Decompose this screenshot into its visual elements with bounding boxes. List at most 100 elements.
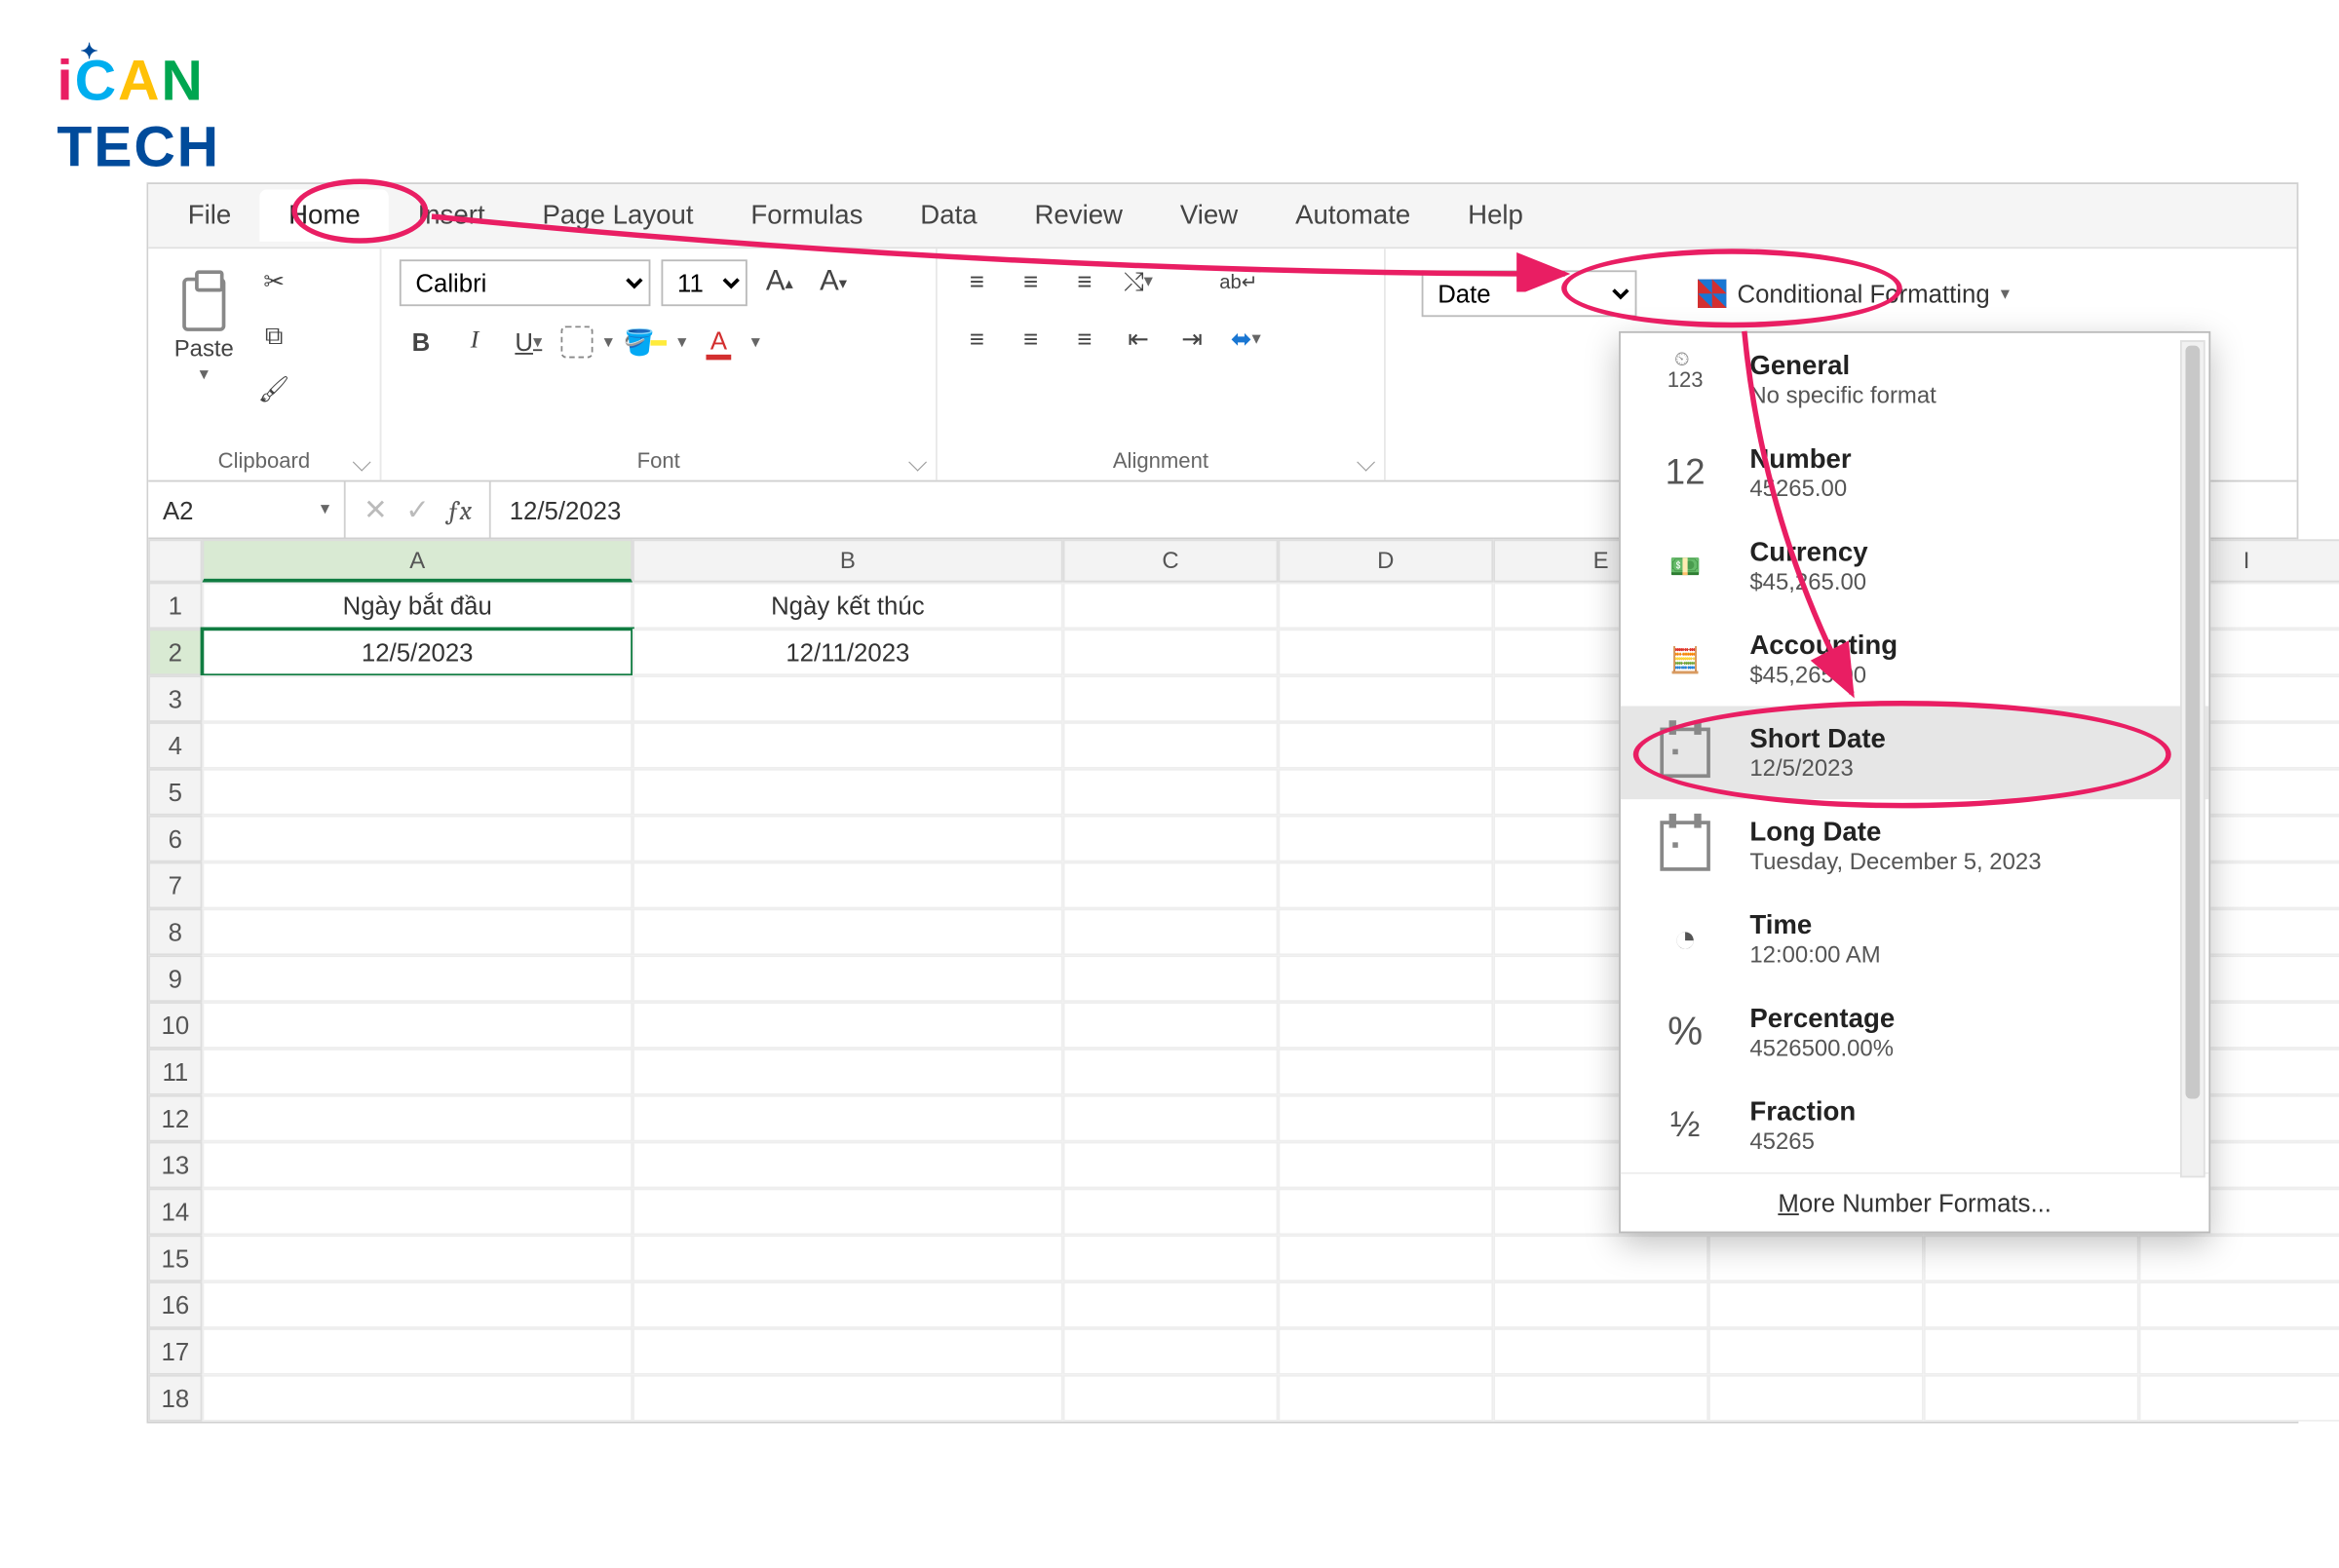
col-header-B[interactable]: B [633, 539, 1063, 582]
fill-color-button[interactable]: 🪣 [624, 321, 667, 363]
row-header-17[interactable]: 17 [148, 1328, 202, 1375]
cell-C15[interactable] [1063, 1235, 1279, 1281]
cell-I15[interactable] [2139, 1235, 2339, 1281]
tab-home[interactable]: Home [260, 190, 390, 242]
cell-D9[interactable] [1278, 955, 1493, 1002]
cell-C3[interactable] [1063, 675, 1279, 722]
row-header-8[interactable]: 8 [148, 908, 202, 955]
cell-B16[interactable] [633, 1281, 1063, 1328]
cell-D13[interactable] [1278, 1142, 1493, 1189]
cell-F15[interactable] [1708, 1235, 1924, 1281]
col-header-A[interactable]: A [202, 539, 633, 582]
number-format-long-date[interactable]: Long DateTuesday, December 5, 2023 [1621, 799, 2209, 893]
tab-data[interactable]: Data [892, 190, 1006, 242]
cell-G18[interactable] [1924, 1375, 2139, 1422]
cell-B18[interactable] [633, 1375, 1063, 1422]
cell-B13[interactable] [633, 1142, 1063, 1189]
font-color-button[interactable]: A [697, 321, 740, 363]
cell-A16[interactable] [202, 1281, 633, 1328]
tab-formulas[interactable]: Formulas [722, 190, 892, 242]
cell-B7[interactable] [633, 862, 1063, 909]
number-format-number[interactable]: 12Number45265.00 [1621, 426, 2209, 519]
align-center-button[interactable]: ≡ [1009, 317, 1052, 360]
tab-view[interactable]: View [1151, 190, 1266, 242]
cell-B10[interactable] [633, 1002, 1063, 1049]
cell-A14[interactable] [202, 1188, 633, 1235]
font-size-select[interactable]: 11 [661, 259, 747, 306]
cell-B14[interactable] [633, 1188, 1063, 1235]
row-header-10[interactable]: 10 [148, 1002, 202, 1049]
cell-B15[interactable] [633, 1235, 1063, 1281]
paste-button[interactable]: Paste ▾ [167, 259, 242, 385]
cell-A18[interactable] [202, 1375, 633, 1422]
cell-A11[interactable] [202, 1049, 633, 1095]
align-left-button[interactable]: ≡ [955, 317, 998, 360]
font-name-select[interactable]: Calibri [400, 259, 651, 306]
row-header-11[interactable]: 11 [148, 1049, 202, 1095]
cell-B1[interactable]: Ngày kết thúc [633, 583, 1063, 630]
underline-button[interactable]: U ▾ [507, 321, 550, 363]
cell-D18[interactable] [1278, 1375, 1493, 1422]
tab-help[interactable]: Help [1439, 190, 1553, 242]
tab-file[interactable]: File [159, 190, 259, 242]
increase-indent-button[interactable]: ⇥ [1170, 317, 1213, 360]
cell-A17[interactable] [202, 1328, 633, 1375]
tab-automate[interactable]: Automate [1267, 190, 1439, 242]
cell-D8[interactable] [1278, 908, 1493, 955]
cell-A13[interactable] [202, 1142, 633, 1189]
number-format-general[interactable]: ⏲123GeneralNo specific format [1621, 333, 2209, 427]
cell-G15[interactable] [1924, 1235, 2139, 1281]
cell-I17[interactable] [2139, 1328, 2339, 1375]
cell-G17[interactable] [1924, 1328, 2139, 1375]
orientation-button[interactable]: ⤭▾ [1117, 259, 1160, 302]
cell-C13[interactable] [1063, 1142, 1279, 1189]
cell-I18[interactable] [2139, 1375, 2339, 1422]
cell-F18[interactable] [1708, 1375, 1924, 1422]
cell-A9[interactable] [202, 955, 633, 1002]
cell-D15[interactable] [1278, 1235, 1493, 1281]
cell-D12[interactable] [1278, 1095, 1493, 1142]
increase-font-button[interactable]: A▴ [758, 261, 801, 304]
cell-C17[interactable] [1063, 1328, 1279, 1375]
cell-D4[interactable] [1278, 722, 1493, 769]
dropdown-scrollbar[interactable] [2180, 340, 2205, 1177]
tab-page-layout[interactable]: Page Layout [514, 190, 722, 242]
cell-C5[interactable] [1063, 769, 1279, 816]
cancel-formula-icon[interactable]: ✕ [364, 492, 388, 528]
cell-I16[interactable] [2139, 1281, 2339, 1328]
align-bottom-button[interactable]: ≡ [1063, 259, 1106, 302]
cell-A7[interactable] [202, 862, 633, 909]
number-format-percentage[interactable]: %Percentage4526500.00% [1621, 986, 2209, 1080]
cell-D17[interactable] [1278, 1328, 1493, 1375]
cell-B12[interactable] [633, 1095, 1063, 1142]
row-header-1[interactable]: 1 [148, 583, 202, 630]
cell-C16[interactable] [1063, 1281, 1279, 1328]
row-header-2[interactable]: 2 [148, 629, 202, 675]
align-top-button[interactable]: ≡ [955, 259, 998, 302]
cell-F17[interactable] [1708, 1328, 1924, 1375]
cell-A2[interactable]: 12/5/2023 [202, 629, 633, 675]
more-number-formats-button[interactable]: More Number Formats... [1621, 1172, 2209, 1232]
cell-A8[interactable] [202, 908, 633, 955]
cell-F16[interactable] [1708, 1281, 1924, 1328]
format-painter-button[interactable]: 🖌 [252, 367, 295, 410]
row-header-9[interactable]: 9 [148, 955, 202, 1002]
cell-A5[interactable] [202, 769, 633, 816]
italic-button[interactable]: I [453, 321, 496, 363]
cell-B3[interactable] [633, 675, 1063, 722]
cell-A1[interactable]: Ngày bắt đầu [202, 583, 633, 630]
cell-B11[interactable] [633, 1049, 1063, 1095]
borders-button[interactable] [560, 325, 593, 358]
accept-formula-icon[interactable]: ✓ [405, 492, 430, 528]
cell-C11[interactable] [1063, 1049, 1279, 1095]
cell-A3[interactable] [202, 675, 633, 722]
row-header-18[interactable]: 18 [148, 1375, 202, 1422]
merge-center-button[interactable]: ⬌▾ [1224, 317, 1267, 360]
cell-C1[interactable] [1063, 583, 1279, 630]
conditional-formatting-button[interactable]: Conditional Formatting ▾ [1683, 272, 2023, 315]
number-format-short-date[interactable]: Short Date12/5/2023 [1621, 706, 2209, 799]
row-header-3[interactable]: 3 [148, 675, 202, 722]
row-header-14[interactable]: 14 [148, 1188, 202, 1235]
row-header-5[interactable]: 5 [148, 769, 202, 816]
number-format-currency[interactable]: 💵Currency$45,265.00 [1621, 519, 2209, 613]
